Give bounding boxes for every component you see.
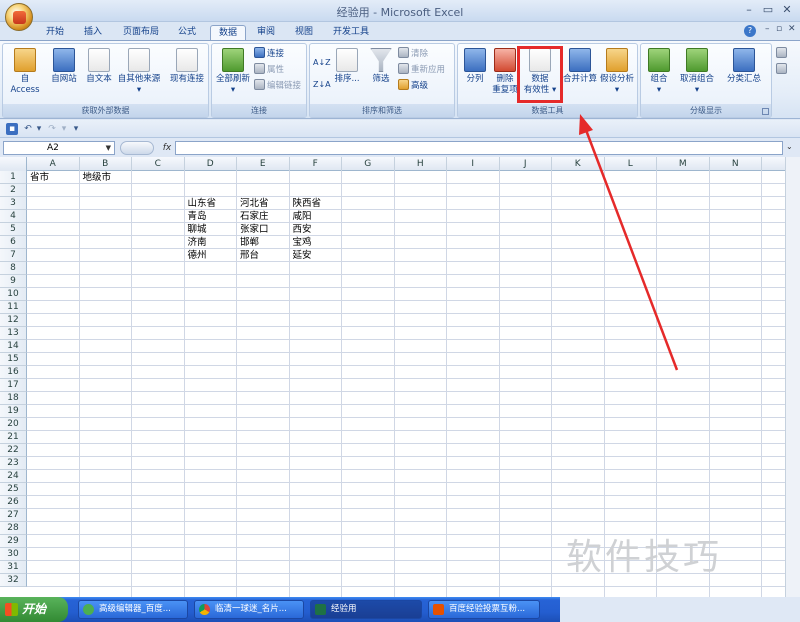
taskbar-item[interactable]: 高级编辑器_百度... xyxy=(78,600,188,619)
editor-icon xyxy=(83,604,94,615)
excel-icon xyxy=(315,604,326,615)
excel-window: 经验用 - Microsoft Excel – ▭ ✕ 开始 插入 页面布局 公… xyxy=(0,0,800,622)
chrome-icon xyxy=(199,604,210,615)
arrow-shaft xyxy=(584,129,679,371)
arrow-head xyxy=(579,114,593,135)
taskbar-item[interactable]: 百度经验投票互粉... xyxy=(428,600,540,619)
windows-logo-icon xyxy=(5,603,18,616)
watermark-text: 软件技巧 xyxy=(566,537,723,578)
document-icon xyxy=(433,604,444,615)
taskbar-item[interactable]: 经验用 xyxy=(310,600,422,619)
start-button[interactable]: 开始 xyxy=(0,597,68,622)
taskbar-item[interactable]: 临清一球迷_名片... xyxy=(194,600,304,619)
taskbar: 开始 高级编辑器_百度... 临清一球迷_名片... 经验用 百度经验投票互粉.… xyxy=(0,597,560,622)
